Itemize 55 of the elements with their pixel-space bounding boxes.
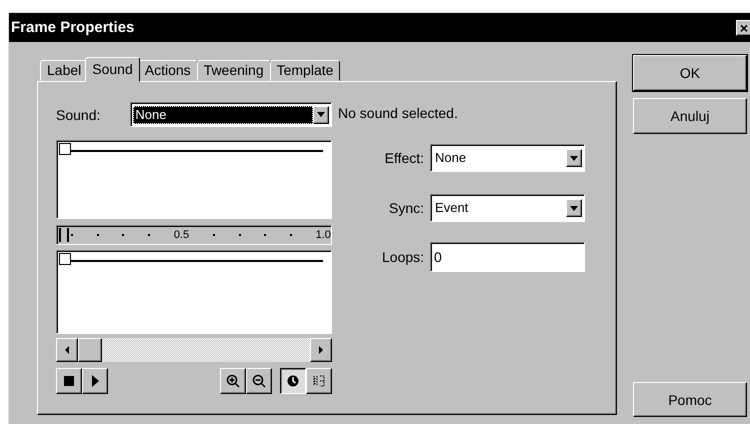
frames-icon bbox=[312, 374, 326, 388]
ruler-label: 1.0 bbox=[316, 229, 331, 241]
dropdown-value: None bbox=[434, 149, 468, 167]
zoom-out-icon bbox=[252, 374, 266, 388]
zoom-in-button[interactable] bbox=[220, 368, 246, 394]
clock-icon bbox=[286, 374, 300, 388]
effect-label: Effect: bbox=[384, 150, 424, 166]
tick-mark bbox=[71, 234, 73, 236]
dropdown-button[interactable] bbox=[566, 149, 582, 167]
dialog-button[interactable]: Pomoc bbox=[633, 382, 747, 417]
dropdown-button[interactable] bbox=[566, 199, 582, 217]
scroll-right-button[interactable] bbox=[310, 338, 332, 362]
envelope-handle[interactable] bbox=[59, 143, 71, 155]
sync-label: Sync: bbox=[388, 200, 424, 216]
tick-mark bbox=[148, 234, 150, 236]
tab[interactable]: Sound bbox=[85, 57, 140, 82]
tab[interactable]: Tweening bbox=[196, 60, 271, 81]
seconds-button[interactable] bbox=[280, 368, 306, 394]
dropdown-button[interactable] bbox=[313, 106, 329, 124]
playhead-grip[interactable] bbox=[59, 228, 69, 242]
right-arrow-icon bbox=[319, 346, 323, 354]
tick-mark bbox=[212, 234, 215, 236]
scroll-left-button[interactable] bbox=[56, 338, 78, 362]
tick-mark bbox=[96, 234, 99, 236]
dropdown-arrow-icon bbox=[317, 112, 325, 117]
envelope-handle[interactable] bbox=[59, 253, 71, 265]
dropdown-value: None bbox=[133, 106, 313, 124]
stop-button[interactable] bbox=[56, 368, 82, 394]
dialog-button[interactable]: Anuluj bbox=[633, 98, 747, 134]
dropdown-field[interactable]: Event bbox=[430, 194, 586, 222]
dropdown-field[interactable]: None bbox=[130, 102, 332, 127]
sound-status-text: No sound selected. bbox=[338, 105, 459, 121]
dialog-button[interactable]: OK bbox=[633, 55, 747, 91]
tick-mark bbox=[264, 234, 266, 236]
dropdown-arrow-icon bbox=[570, 206, 578, 210]
loops-label: Loops: bbox=[382, 249, 424, 265]
frames-button[interactable] bbox=[306, 368, 332, 394]
stop-icon bbox=[62, 374, 76, 388]
play-button[interactable] bbox=[82, 368, 108, 394]
left-arrow-icon bbox=[65, 346, 69, 354]
window-title: Frame Properties bbox=[11, 19, 134, 36]
zoom-out-button[interactable] bbox=[246, 368, 272, 394]
scroll-thumb[interactable] bbox=[78, 338, 102, 362]
sound-label: Sound: bbox=[56, 106, 100, 122]
zoom-in-icon bbox=[226, 374, 240, 388]
tick-mark bbox=[122, 234, 124, 236]
dropdown-arrow-icon bbox=[570, 156, 578, 160]
dropdown-field[interactable]: None bbox=[430, 144, 586, 172]
dropdown-value: Event bbox=[434, 199, 470, 217]
close-button[interactable]: × bbox=[736, 20, 750, 36]
ruler-label: 0.5 bbox=[174, 229, 190, 241]
tab[interactable]: Template bbox=[270, 60, 340, 81]
tick-mark bbox=[238, 234, 241, 236]
tick-mark bbox=[290, 234, 292, 236]
loops-field[interactable]: 0 bbox=[430, 242, 586, 272]
